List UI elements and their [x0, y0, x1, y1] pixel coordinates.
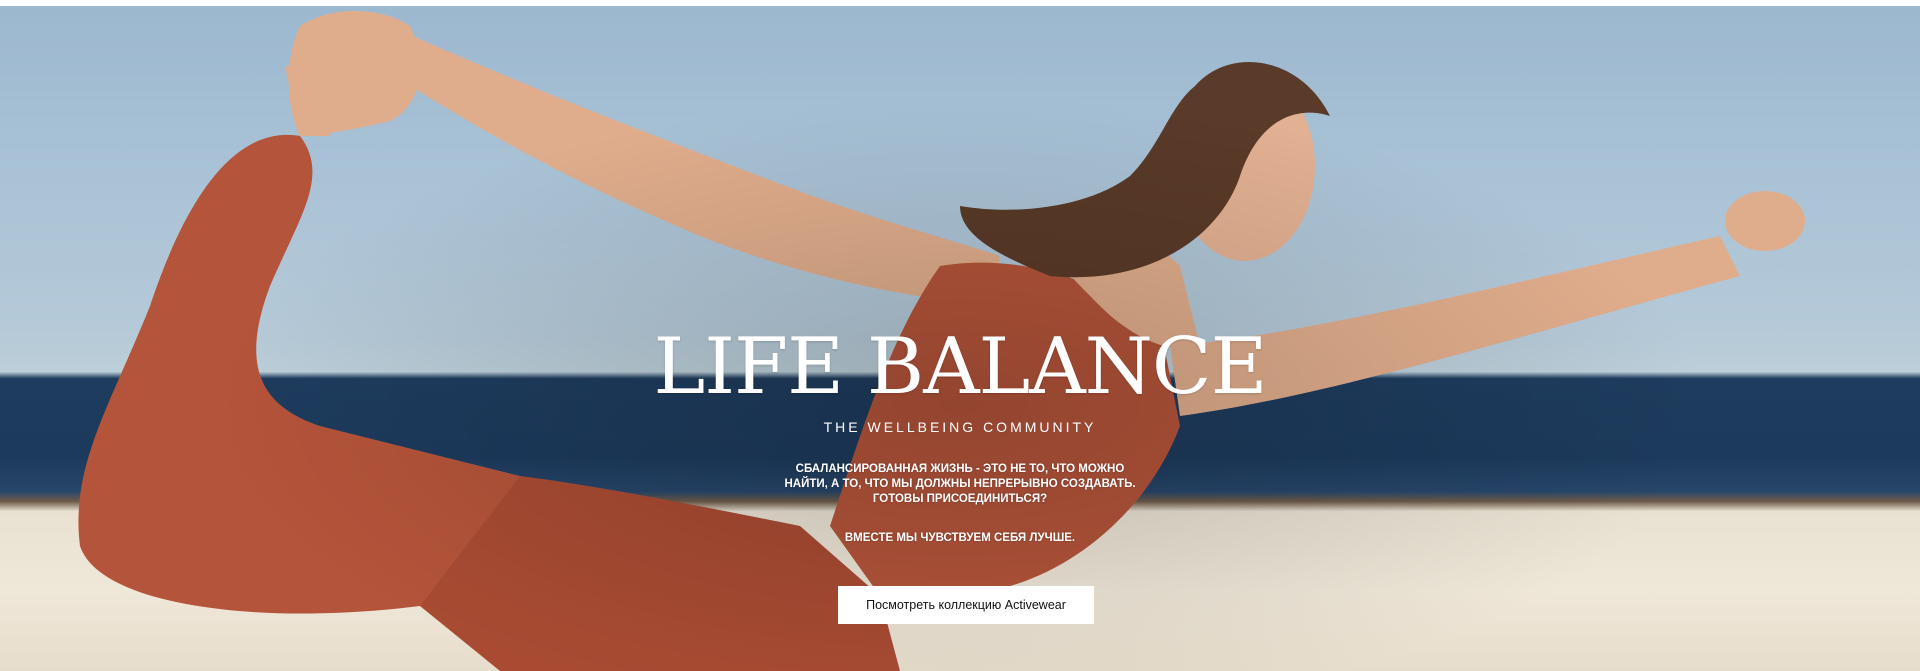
view-activewear-collection-button[interactable]: Посмотреть коллекцию Activewear [838, 586, 1094, 624]
life-balance-logo: LIFE BALANCE [653, 322, 1267, 412]
hero-banner: LIFE BALANCE THE WELLBEING COMMUNITY СБА… [0, 6, 1920, 671]
hero-content: LIFE BALANCE THE WELLBEING COMMUNITY СБА… [0, 6, 1920, 671]
hero-subtitle: THE WELLBEING COMMUNITY [823, 419, 1097, 435]
hero-tagline: ВМЕСТЕ МЫ ЧУВСТВУЕМ СЕБЯ ЛУЧШЕ. [844, 532, 1076, 544]
hero-description: СБАЛАНСИРОВАННАЯ ЖИЗНЬ - ЭТО НЕ ТО, ЧТО … [784, 463, 1136, 505]
